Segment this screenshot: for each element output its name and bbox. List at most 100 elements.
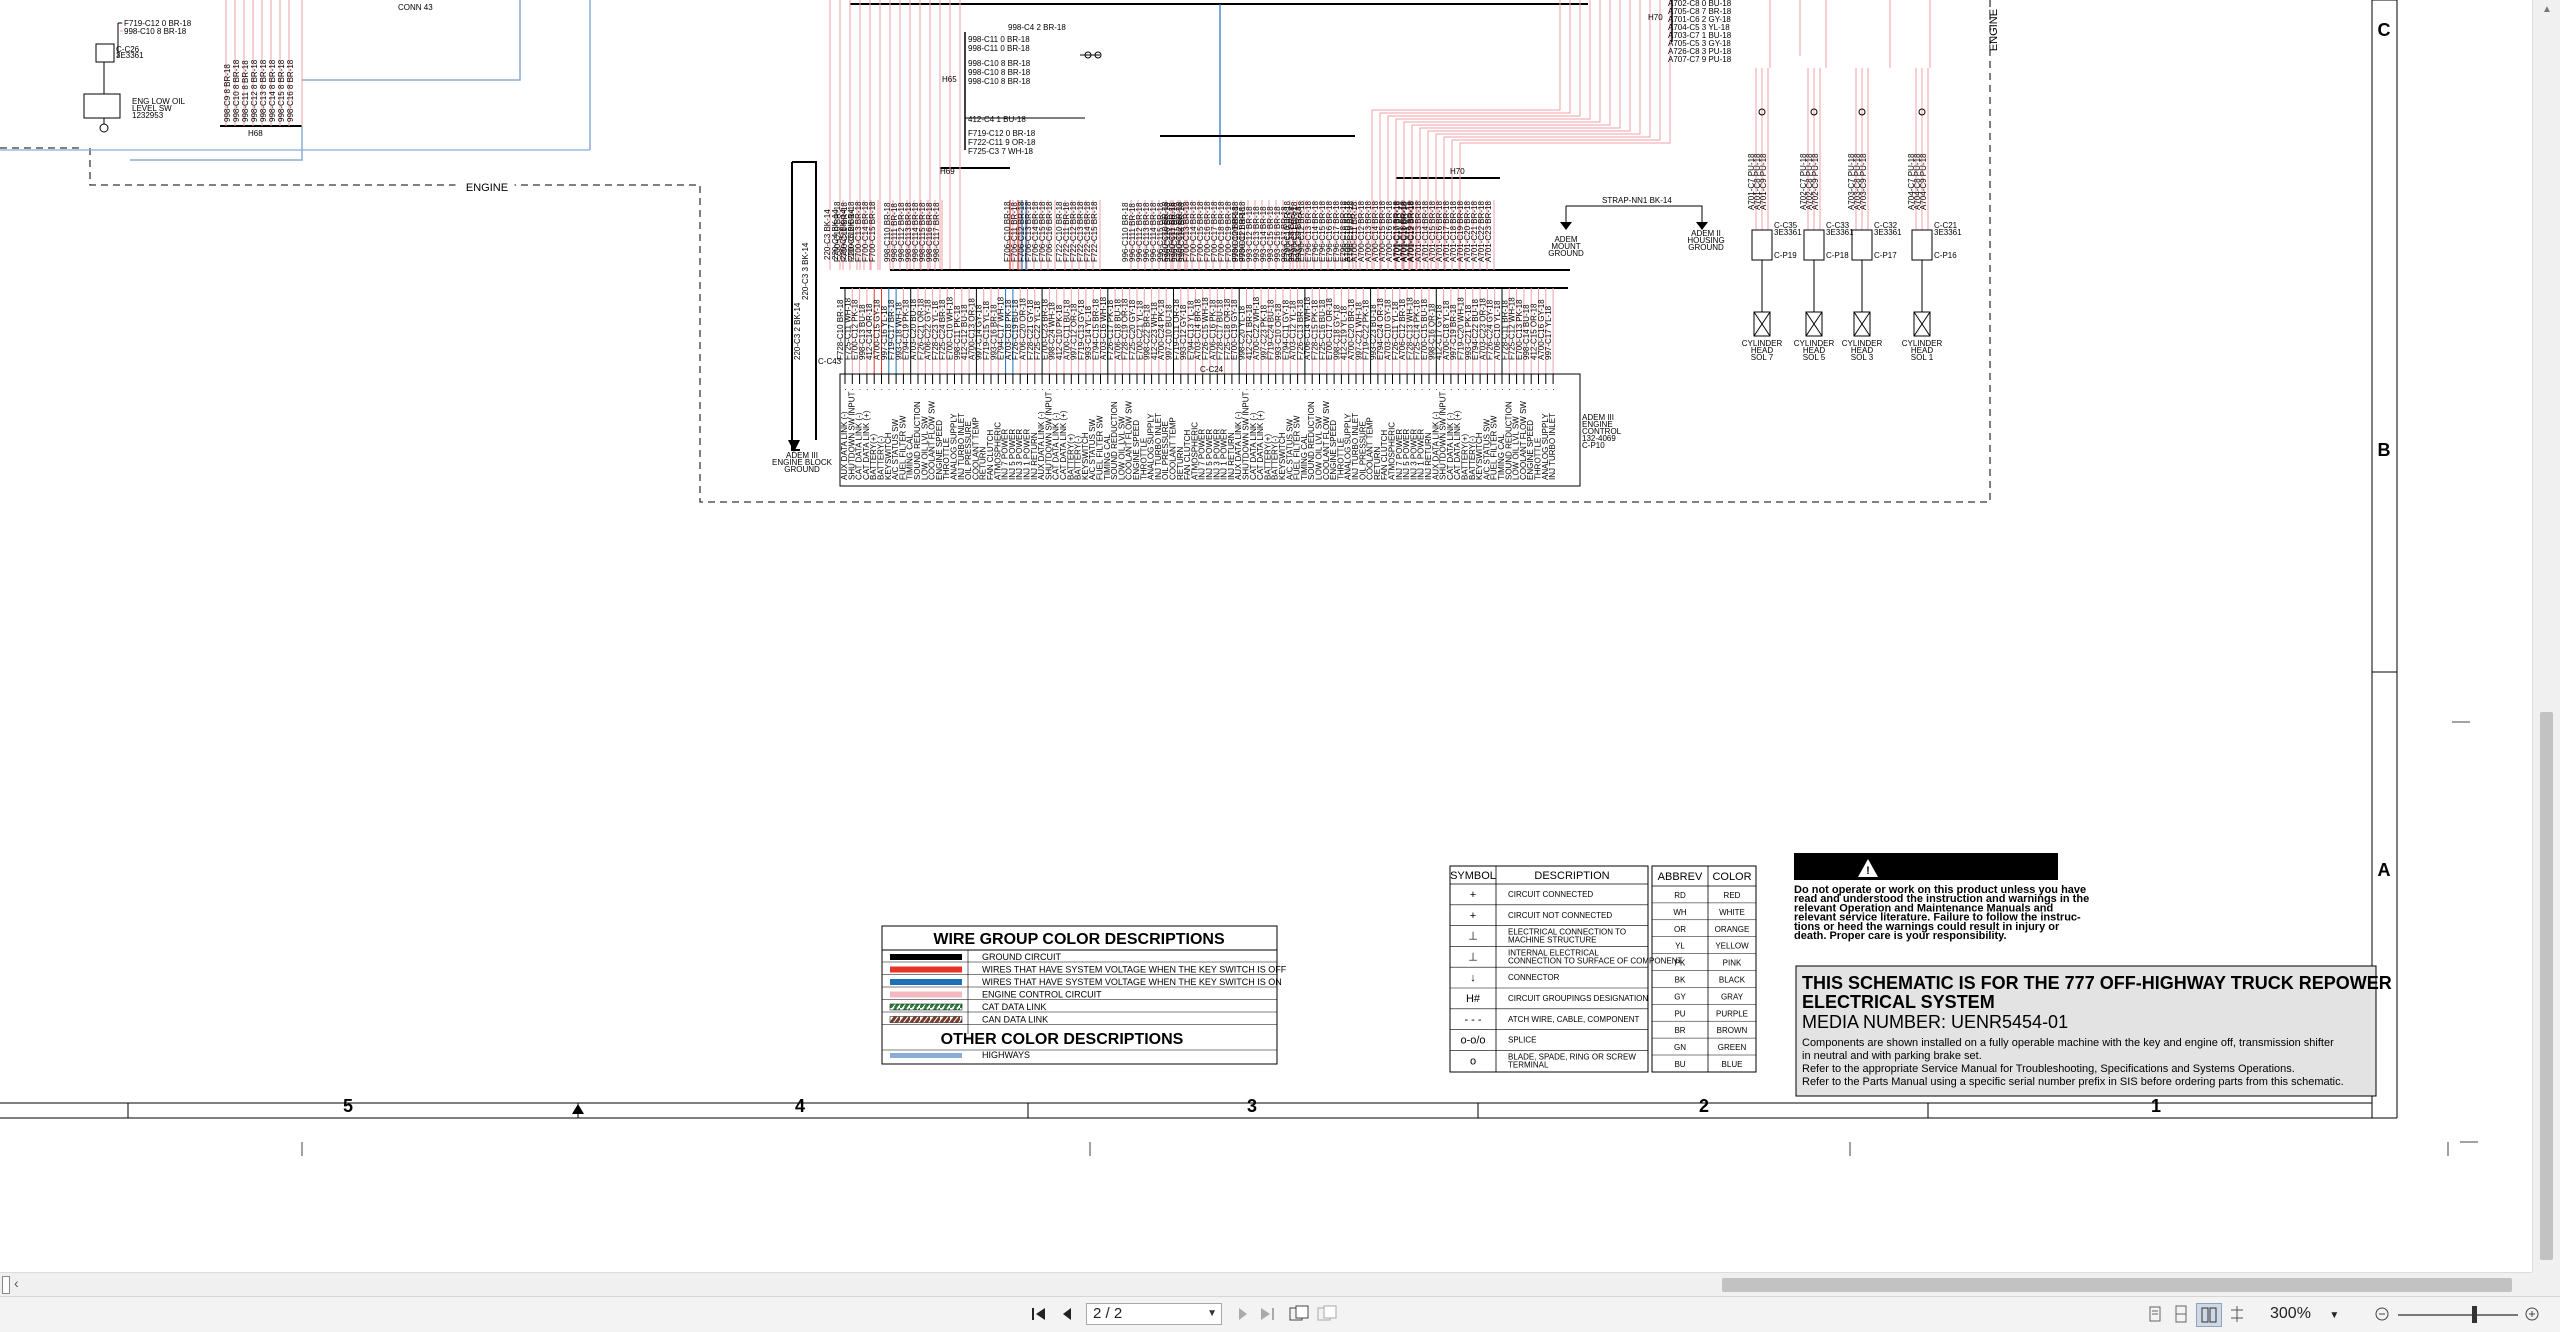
scroll-left-icon[interactable]: ‹	[14, 1275, 19, 1291]
abbrev-code: OR	[1674, 925, 1686, 934]
solenoid-connector	[1751, 229, 1773, 261]
label: ·	[881, 385, 884, 394]
label: ·	[1457, 385, 1460, 394]
label: ·	[1129, 385, 1132, 394]
label: ·	[1216, 385, 1219, 394]
legend-item-label: CAT DATA LINK	[982, 1002, 1046, 1012]
document-viewport[interactable]: C B A 5 4 3 2 1 ENGINE ENGINE CONN 43 F719-C12 0 BR…	[0, 0, 2532, 1272]
abbrev-color: ORANGE	[1715, 925, 1750, 934]
bundle-label: H70	[1648, 13, 1663, 22]
legend-symbol: H#	[1466, 993, 1481, 1005]
abbrev-color: PINK	[1723, 959, 1742, 968]
single-page-icon[interactable]	[2144, 1303, 2166, 1325]
scrollbar-corner	[2532, 1272, 2560, 1296]
bundle-label: H69	[940, 167, 955, 176]
label: ·	[1362, 385, 1365, 394]
vertical-scrollbar[interactable]: ▲	[2532, 0, 2560, 1272]
legend-item-label: GROUND CIRCUIT	[982, 952, 1061, 962]
fit-page-icon[interactable]	[1316, 1303, 1340, 1325]
label: ·	[1100, 385, 1103, 394]
zoom-level-dropdown[interactable]: 300% ▼	[2270, 1305, 2339, 1323]
label: ·	[1070, 385, 1073, 394]
horizontal-scrollbar[interactable]: ‹	[0, 1272, 2532, 1297]
legend-item-label: ENGINE CONTROL CIRCUIT	[982, 990, 1102, 1000]
label: ·	[1413, 385, 1416, 394]
continuous-icon[interactable]	[2170, 1303, 2192, 1325]
legend-item-label: WIRES THAT HAVE SYSTEM VOLTAGE WHEN THE …	[982, 977, 1282, 987]
label: ·	[1209, 385, 1212, 394]
wire-label: 220-C3 2 BK-14	[793, 302, 802, 360]
horizontal-scroll-thumb[interactable]	[1722, 1278, 2512, 1292]
label: ·	[1165, 385, 1168, 394]
label: ·	[1173, 385, 1176, 394]
wire-label: 998-C10 8 BR-18	[232, 59, 241, 122]
label: ·	[1297, 385, 1300, 394]
label: ·	[1392, 385, 1395, 394]
label: ·	[1034, 385, 1037, 394]
label: ·	[888, 385, 891, 394]
chevron-down-icon[interactable]: ▼	[2329, 1310, 2339, 1321]
wire-label: 998-C10 8 BR-18	[968, 59, 1031, 68]
wire-label: 998-C4 2 BR-18	[1008, 23, 1066, 32]
label: ·	[895, 385, 898, 394]
cylinder-label: SOL 1	[1911, 353, 1934, 362]
scroll-mode-icon[interactable]	[2226, 1303, 2248, 1325]
legend-symbol: ⊥	[1468, 931, 1478, 943]
solenoid-connector	[1803, 229, 1825, 261]
ground-icon	[1560, 222, 1572, 230]
chevron-down-icon[interactable]: ▼	[1207, 1304, 1217, 1324]
two-page-icon[interactable]	[2196, 1303, 2222, 1327]
wire-label: A703-C9 PU-18	[1859, 153, 1868, 210]
bundle-label: H70	[1450, 167, 1465, 176]
label: ·	[1486, 385, 1489, 394]
legend-swatch	[890, 991, 962, 998]
last-page-icon[interactable]	[1256, 1303, 1278, 1325]
wire-label: F725-C3 7 WH-18	[968, 147, 1033, 156]
abbrev-code: PU	[1674, 1009, 1685, 1018]
column-number: 5	[343, 1096, 353, 1116]
next-page-icon[interactable]	[1232, 1303, 1254, 1325]
ground-label: GROUND	[784, 465, 820, 474]
title-note: Refer to the Parts Manual using a specif…	[1802, 1076, 2344, 1088]
terminal-icon	[99, 123, 109, 133]
wire-label: 998-C10 8 BR-18	[124, 27, 187, 36]
label: ·	[1326, 385, 1329, 394]
title-line: THIS SCHEMATIC IS FOR THE 777 OFF-HIGHWA…	[1802, 973, 2392, 993]
label: ·	[1019, 385, 1022, 394]
label: ·	[1289, 385, 1292, 394]
legend-description: CIRCUIT CONNECTED	[1508, 890, 1593, 899]
highway	[302, 0, 521, 81]
vertical-scroll-thumb[interactable]	[2540, 712, 2553, 1260]
ground-wire	[1566, 205, 1703, 226]
page-number-input[interactable]: 2 / 2 ▼	[1086, 1303, 1222, 1325]
wire-label: A707-C7 9 PU-18	[1668, 55, 1732, 64]
label: ·	[1545, 385, 1548, 394]
legend-description: CIRCUIT GROUPINGS DESIGNATION	[1508, 994, 1648, 1003]
legend-symbol: +	[1470, 889, 1476, 901]
scroll-up-icon[interactable]: ▲	[2542, 4, 2552, 15]
label: ·	[1180, 385, 1183, 394]
fit-width-icon[interactable]	[1288, 1303, 1312, 1325]
abbrev-code: BK	[1675, 976, 1686, 985]
zone-letter: C	[2378, 20, 2391, 40]
zoom-out-icon[interactable]	[2372, 1303, 2392, 1325]
label: ·	[873, 385, 876, 394]
column-number: 3	[1247, 1096, 1257, 1116]
legend-description: CONNECTION TO SURFACE OF COMPONENT	[1508, 956, 1682, 965]
schematic-canvas: C B A 5 4 3 2 1 ENGINE ENGINE CONN 43 F719-C12 0 BR…	[0, 0, 2478, 1156]
wire-label: 998-C12 8 BR-18	[250, 59, 259, 122]
label: ·	[844, 385, 847, 394]
zoom-slider[interactable]	[2398, 1314, 2518, 1316]
label: ·	[1267, 385, 1270, 394]
zoom-in-icon[interactable]	[2522, 1303, 2542, 1325]
abbrev-code: YL	[1675, 942, 1685, 951]
scroll-handle-icon[interactable]	[2, 1276, 10, 1294]
prev-page-icon[interactable]	[1056, 1303, 1078, 1325]
conn-label: CONN 43	[398, 3, 433, 12]
wire-label: F722-C11 9 OR-18	[968, 138, 1036, 147]
first-page-icon[interactable]	[1028, 1303, 1050, 1325]
engine-label-vertical: ENGINE	[1988, 9, 2000, 51]
label: ·	[1282, 385, 1285, 394]
zoom-slider-thumb[interactable]	[2472, 1306, 2477, 1323]
wire-label: F700-C15 BR-18	[868, 201, 877, 262]
